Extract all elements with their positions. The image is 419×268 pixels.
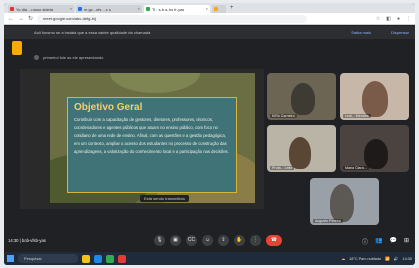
screenshot-frame: Yo dla ...rosso sideta × m.gc...ofs ...c… <box>0 0 419 268</box>
browser-toolbar: ← → ↻ meet.google.com/abc-defg-hij ☆ ◧ ●… <box>4 13 415 25</box>
browser-tab[interactable]: Yo dla ...rosso sideta × <box>8 5 74 13</box>
chrome-icon[interactable] <box>106 254 114 263</box>
meeting-info: 14:30 | bob-vfsb-yas <box>8 238 46 243</box>
participant-name: Leal... Mendes <box>343 114 371 118</box>
people-icon[interactable]: 👥 <box>375 237 382 246</box>
captions-button[interactable]: CC <box>186 235 197 246</box>
more-options-button[interactable]: ⋮ <box>250 235 261 246</box>
participant-name: Maria Clara... <box>343 166 369 170</box>
presentation-caption: Está sendo transmitida <box>140 195 189 202</box>
close-icon[interactable]: × <box>70 6 72 11</box>
taskbar-search[interactable]: Pesquisar <box>18 254 78 263</box>
tab-label: Yo dla ...rosso sideta <box>16 7 53 12</box>
browser-tab[interactable]: m.gc...ofs ...c s × <box>76 5 142 13</box>
browser-tab[interactable] <box>212 5 226 13</box>
tab-favicon-icon <box>78 7 82 11</box>
presentation-slide: Objetivo Geral Contribuir com a capacita… <box>50 73 255 203</box>
tab-favicon-icon <box>10 7 14 11</box>
extension-icon[interactable]: ◧ <box>386 16 391 22</box>
meet-notification-bar: Aoli fonsmo se a instala que a essa vain… <box>4 26 415 39</box>
browser-tab-active[interactable]: Ti : s-b-s-ho fr-yas × <box>144 5 210 13</box>
meet-control-bar: 14:30 | bob-vfsb-yas 🎙 ▣ CC ☺ ⇪ ✋ ⋮ ☎ ⓘ … <box>4 233 415 251</box>
chat-icon[interactable]: 💬 <box>389 237 396 246</box>
learn-more-link[interactable]: Saiba mais <box>351 26 371 39</box>
menu-icon[interactable]: ⋮ <box>406 16 411 22</box>
activities-icon[interactable]: ⊞ <box>404 237 409 246</box>
tab-label: Ti : s-b-s-ho fr-yas <box>152 7 185 12</box>
monitor-screen: Yo dla ...rosso sideta × m.gc...ofs ...c… <box>4 3 415 265</box>
side-panel-controls: ⓘ 👥 💬 ⊞ <box>362 237 409 246</box>
participant-video <box>291 83 315 115</box>
camera-button[interactable]: ▣ <box>170 235 181 246</box>
back-arrow-icon[interactable]: ← <box>8 16 14 22</box>
edge-icon[interactable] <box>94 254 102 263</box>
microphone-button[interactable]: 🎙 <box>154 235 165 246</box>
presenting-label: primeirol fole as ele apresentando <box>43 55 104 60</box>
participant-tile[interactable]: Profa... Leite <box>267 125 336 172</box>
participant-video <box>364 139 388 169</box>
bookmark-icon[interactable]: ☆ <box>376 16 380 22</box>
present-button[interactable]: ⇪ <box>218 235 229 246</box>
close-icon[interactable]: × <box>206 6 208 11</box>
raise-hand-button[interactable]: ✋ <box>234 235 245 246</box>
participant-name: KiRo Carneiro <box>270 114 297 118</box>
call-controls: 🎙 ▣ CC ☺ ⇪ ✋ ⋮ ☎ <box>154 235 282 246</box>
app-icon[interactable] <box>118 254 126 263</box>
participant-name: Augusto Pereira <box>313 219 343 223</box>
windows-start-icon[interactable] <box>7 255 14 262</box>
slide-content-box: Objetivo Geral Contribuir com a capacita… <box>67 97 237 193</box>
info-icon[interactable]: ⓘ <box>362 237 368 246</box>
slide-body-text: Contribuir com a capacitação de gestores… <box>74 117 229 154</box>
participant-tile[interactable]: Leal... Mendes <box>340 73 409 120</box>
participant-video <box>362 81 388 117</box>
browser-tab-strip: Yo dla ...rosso sideta × m.gc...ofs ...c… <box>4 3 415 13</box>
presentation-stage: Objetivo Geral Contribuir com a capacita… <box>20 69 264 209</box>
participant-video <box>330 184 354 222</box>
file-explorer-icon[interactable] <box>82 254 90 263</box>
system-tray: ☁ 18°C Parc.nublado 📶 🔊 14:30 <box>341 256 412 262</box>
slide-background-shape <box>110 73 200 93</box>
taskbar-clock[interactable]: 14:30 <box>402 257 412 261</box>
tab-favicon-icon <box>214 7 218 11</box>
meeting-time: 14:30 <box>8 238 19 243</box>
dismiss-button[interactable]: Dispensar <box>391 26 409 39</box>
new-tab-button[interactable]: + <box>230 5 234 13</box>
participant-video <box>289 137 311 169</box>
address-bar[interactable]: meet.google.com/abc-defg-hij <box>37 14 308 23</box>
slide-title: Objetivo Geral <box>74 102 143 113</box>
participant-tile[interactable]: KiRo Carneiro <box>267 73 336 120</box>
profile-icon[interactable]: ● <box>397 16 400 22</box>
tab-favicon-icon <box>146 7 150 11</box>
tab-label: m.gc...ofs ...c s <box>84 7 111 12</box>
end-call-button[interactable]: ☎ <box>266 235 282 246</box>
meeting-code: bob-vfsb-yas <box>21 238 46 243</box>
notification-text: Aoli fonsmo se a instala que a essa vain… <box>34 30 151 35</box>
presenter-avatar <box>34 55 39 61</box>
windows-taskbar: Pesquisar ☁ 18°C Parc.nublado 📶 🔊 14:30 <box>4 252 415 265</box>
weather-text: 18°C Parc.nublado <box>349 256 382 261</box>
participant-name: Profa... Leite <box>270 166 295 170</box>
meet-logo-icon <box>12 41 22 55</box>
reload-icon[interactable]: ↻ <box>28 15 33 22</box>
weather-icon: ☁ <box>341 257 346 261</box>
participant-tile[interactable]: Augusto Pereira <box>310 178 379 225</box>
participant-tile[interactable]: Maria Clara... <box>340 125 409 172</box>
close-icon[interactable]: × <box>138 6 140 11</box>
presenting-banner: primeirol fole as ele apresentando <box>34 55 104 61</box>
emoji-button[interactable]: ☺ <box>202 235 213 246</box>
volume-icon[interactable]: 🔊 <box>394 256 399 261</box>
network-icon[interactable]: 📶 <box>385 256 390 261</box>
extension-icons: ☆ ◧ ● ⋮ <box>376 16 411 22</box>
forward-arrow-icon[interactable]: → <box>18 16 24 22</box>
